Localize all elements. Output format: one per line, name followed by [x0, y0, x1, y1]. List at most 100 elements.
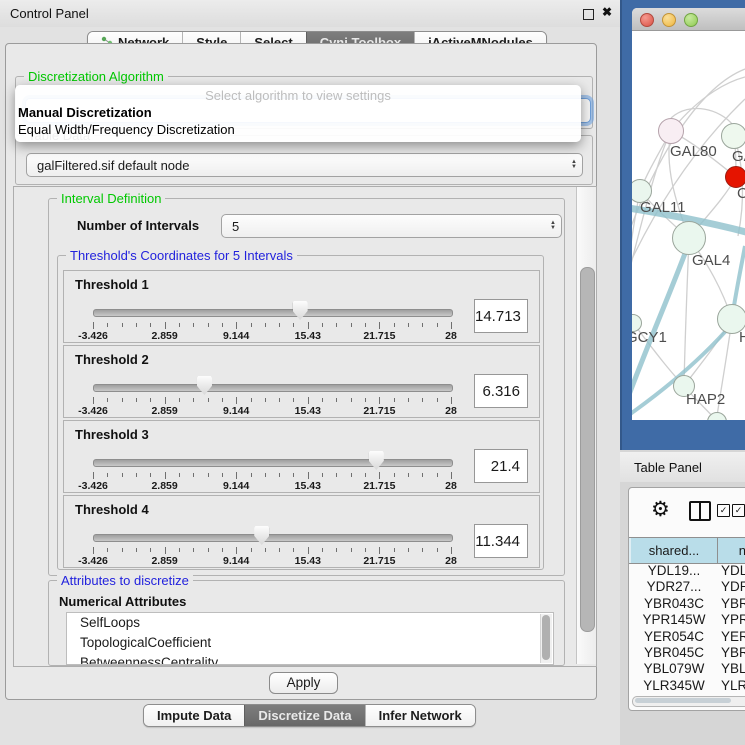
settings-vertical-scrollbar[interactable]: [576, 187, 597, 664]
slider-track[interactable]: [93, 459, 453, 467]
table-scrollbar-thumb[interactable]: [635, 698, 731, 703]
column-header-name[interactable]: na: [718, 538, 745, 563]
slider-tick: [122, 548, 123, 552]
close-traffic-light-icon[interactable]: [640, 13, 654, 27]
cell-name[interactable]: YBR0: [721, 645, 745, 660]
table-row[interactable]: YBR045C YBR0: [629, 645, 745, 661]
threshold-3-slider[interactable]: [93, 451, 451, 471]
threshold-1-value[interactable]: 14.713: [474, 299, 528, 333]
split-columns-icon[interactable]: [689, 501, 711, 521]
apply-button[interactable]: Apply: [269, 672, 338, 694]
slider-thumb[interactable]: [197, 376, 212, 395]
slider-tick: [179, 473, 180, 477]
table-data-combobox[interactable]: galFiltered.sif default node ▲▼: [26, 153, 583, 177]
numerical-attributes-list[interactable]: SelfLoopsTopologicalCoefficientBetweenne…: [66, 612, 554, 665]
cell-shared-name[interactable]: YBR045C: [633, 645, 715, 660]
cell-name[interactable]: YPR1: [721, 612, 745, 627]
settings-scrollbar-thumb[interactable]: [580, 267, 595, 632]
slider-tick: [279, 398, 280, 402]
dropdown-option-manual[interactable]: Manual Discretization: [15, 104, 581, 121]
table-row[interactable]: YPR145W YPR1: [629, 612, 745, 628]
attribute-list-item[interactable]: SelfLoops: [67, 613, 553, 633]
cell-shared-name[interactable]: YBR043C: [633, 596, 715, 611]
slider-tick: [394, 398, 395, 402]
slider-thumb[interactable]: [293, 301, 308, 320]
cell-name[interactable]: YLR3: [721, 678, 745, 693]
float-window-icon[interactable]: [583, 9, 594, 20]
table-row[interactable]: YBR043C YBR0: [629, 596, 745, 612]
threshold-2-slider[interactable]: [93, 376, 451, 396]
attribute-list-item[interactable]: BetweennessCentrality: [67, 653, 553, 665]
slider-tick-labels: -3.4262.8599.14415.4321.71528: [93, 405, 451, 416]
slider-tick: [222, 398, 223, 402]
slider-tick-label: 21.715: [363, 405, 395, 417]
cell-name[interactable]: YDR2: [721, 579, 745, 594]
slider-tick: [336, 323, 337, 327]
slider-tick: [322, 323, 323, 327]
checkbox-icon[interactable]: ✓: [732, 504, 745, 517]
close-icon[interactable]: ✖: [602, 5, 612, 19]
slider-tick: [165, 472, 166, 479]
table-row[interactable]: YDR27... YDR2: [629, 579, 745, 595]
gear-icon[interactable]: ⚙: [651, 497, 670, 522]
cell-shared-name[interactable]: YDL19...: [633, 563, 715, 578]
minimize-traffic-light-icon[interactable]: [662, 13, 676, 27]
slider-track[interactable]: [93, 534, 453, 542]
slider-track[interactable]: [93, 309, 453, 317]
network-node[interactable]: [672, 221, 706, 255]
tab-impute-data[interactable]: Impute Data: [144, 705, 244, 726]
dropdown-option-equal-width[interactable]: Equal Width/Frequency Discretization: [15, 121, 581, 138]
cell-name[interactable]: YBL0: [721, 661, 745, 676]
table-row[interactable]: YDL19... YDL1: [629, 563, 745, 579]
slider-tick-label: -3.426: [78, 330, 108, 342]
table-panel-title: Table Panel: [634, 460, 702, 475]
slider-tick: [165, 322, 166, 329]
table-row[interactable]: YBL079W YBL0: [629, 661, 745, 677]
screen: Control Panel ✖ Network Style Select Cyn…: [0, 0, 745, 745]
slider-tick-label: 21.715: [363, 480, 395, 492]
slider-tick: [136, 548, 137, 552]
threshold-2-value[interactable]: 6.316: [474, 374, 528, 408]
checkbox-icon[interactable]: ✓: [717, 504, 730, 517]
threshold-1-slider[interactable]: [93, 301, 451, 321]
tab-discretize-data[interactable]: Discretize Data: [244, 705, 364, 726]
slider-track[interactable]: [93, 384, 453, 392]
cell-shared-name[interactable]: YBL079W: [633, 661, 715, 676]
table-panel-body: ⚙ ✓ ✓ shared... na YDL19...YDL1YDR27...Y…: [628, 487, 745, 711]
slider-tick: [150, 473, 151, 477]
table-horizontal-scrollbar[interactable]: [632, 696, 745, 707]
slider-tick-labels: -3.4262.8599.14415.4321.71528: [93, 480, 451, 491]
slider-thumb[interactable]: [369, 451, 384, 470]
slider-thumb[interactable]: [254, 526, 269, 545]
cell-shared-name[interactable]: YDR27...: [633, 579, 715, 594]
network-node[interactable]: [721, 123, 745, 149]
network-node-label: HAP2: [686, 391, 725, 408]
cell-name[interactable]: YBR0: [721, 596, 745, 611]
cell-shared-name[interactable]: YPR145W: [633, 612, 715, 627]
slider-tick: [293, 398, 294, 402]
table-row[interactable]: YLR345W YLR3: [629, 678, 745, 694]
cell-name[interactable]: YER0: [721, 629, 745, 644]
cell-shared-name[interactable]: YER054C: [633, 629, 715, 644]
slider-tick-label: 2.859: [151, 405, 177, 417]
threshold-4-value[interactable]: 11.344: [474, 524, 528, 558]
stepper-icon: ▲▼: [545, 221, 561, 231]
network-node[interactable]: [658, 118, 684, 144]
tab-infer-network[interactable]: Infer Network: [365, 705, 475, 726]
attribute-list-item[interactable]: TopologicalCoefficient: [67, 633, 553, 653]
threshold-4-slider[interactable]: [93, 526, 451, 546]
cell-shared-name[interactable]: YLR345W: [633, 678, 715, 693]
column-header-shared-name[interactable]: shared...: [631, 538, 718, 563]
slider-tick: [422, 323, 423, 327]
number-of-intervals-combobox[interactable]: 5 ▲▼: [221, 214, 562, 238]
threshold-2-panel: Threshold 2 -3.4262.8599.14415.4321.7152…: [63, 345, 540, 418]
threshold-3-value[interactable]: 21.4: [474, 449, 528, 483]
slider-tick: [336, 548, 337, 552]
list-scrollbar-thumb[interactable]: [542, 615, 550, 660]
cell-name[interactable]: YDL1: [721, 563, 745, 578]
network-canvas[interactable]: GAL80GACGAL11GAL4GCY1HHAP2: [632, 31, 745, 420]
slider-tick-label: 21.715: [363, 555, 395, 567]
table-row[interactable]: YER054C YER0: [629, 629, 745, 645]
zoom-traffic-light-icon[interactable]: [684, 13, 698, 27]
list-scrollbar[interactable]: [540, 614, 552, 663]
